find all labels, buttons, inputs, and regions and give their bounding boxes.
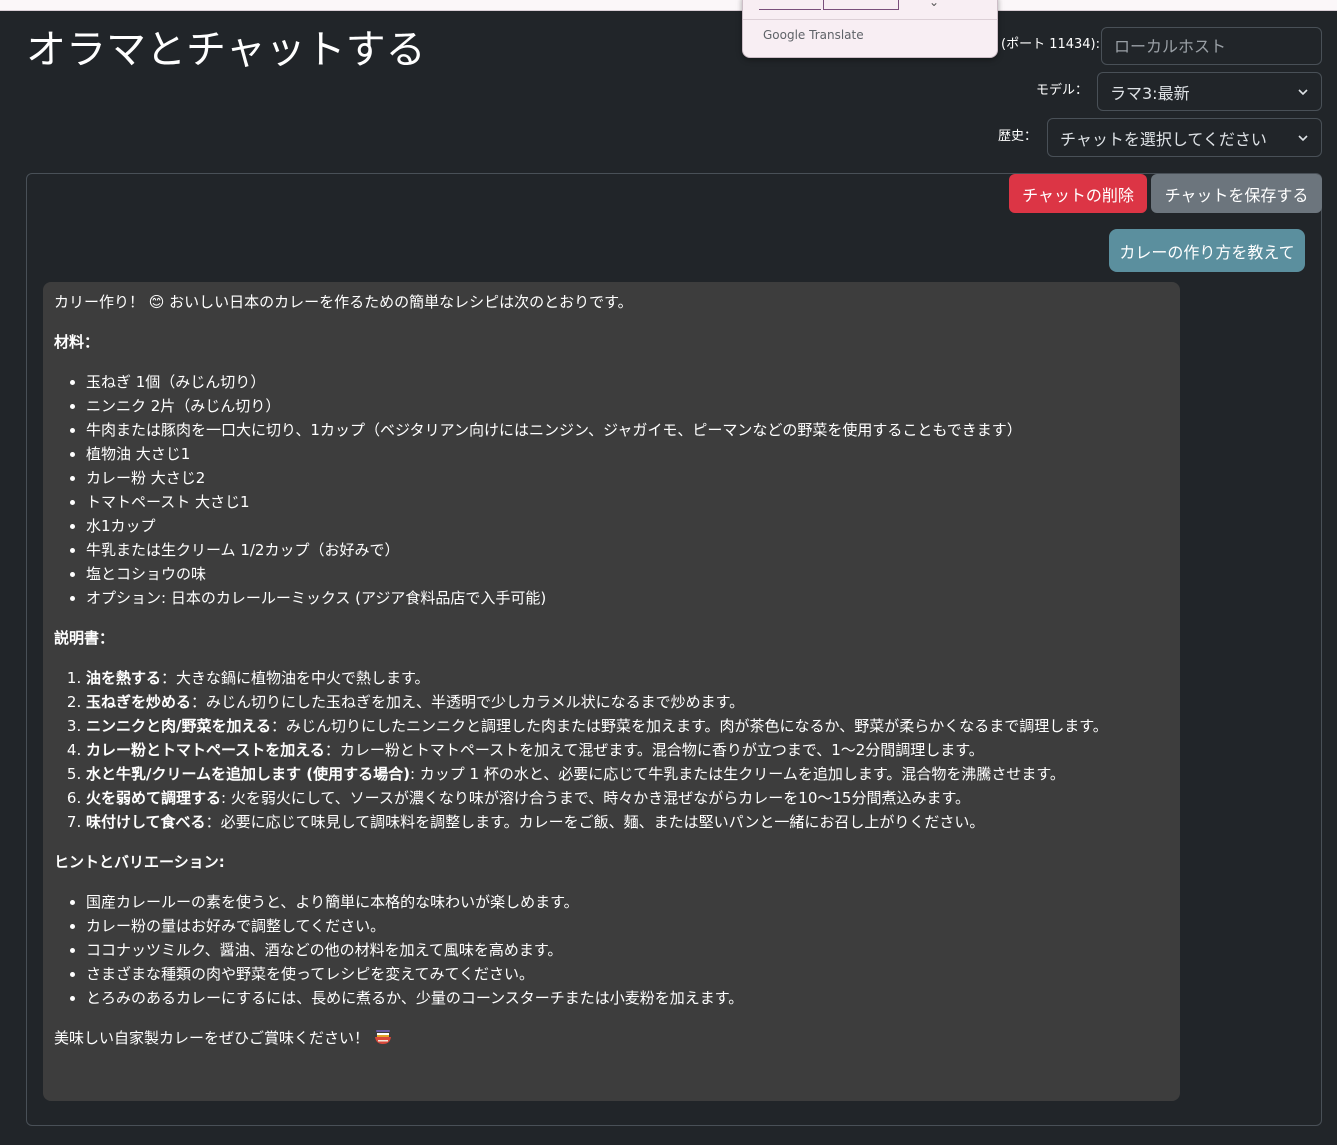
step-text: ：みじん切りにしたニンニクと調理した肉または野菜を加えます。肉が茶色になるか、野…	[271, 717, 1108, 735]
list-item: 牛乳または生クリーム 1/2カップ（お好みで）	[86, 538, 1168, 562]
step-text: ：必要に応じて味見して調味料を調整します。カレーをご飯、麺、または堅いパンと一緒…	[205, 813, 985, 831]
list-item: 水1カップ	[86, 514, 1168, 538]
list-item: ココナッツミルク、醤油、酒などの他の材料を加えて風味を高めます。	[86, 938, 1168, 962]
step-title: 油を熱する	[86, 669, 162, 687]
list-item: 植物油 大さじ1	[86, 442, 1168, 466]
step-text: ：カレー粉とトマトペーストを加えて混ぜます。混合物に香りが立つまで、1～2分間調…	[324, 741, 984, 759]
translate-divider	[743, 19, 997, 20]
step-item: 玉ねぎを炒める：みじん切りにした玉ねぎを加え、半透明で少しカラメル状になるまで炒…	[86, 690, 1168, 714]
step-title: カレー粉とトマトペーストを加える	[86, 741, 325, 759]
response-closing: 美味しい自家製カレーをぜひご賞味ください！	[54, 1029, 370, 1047]
host-input[interactable]	[1114, 36, 1309, 56]
chevron-down-icon	[1297, 132, 1309, 144]
tips-list: 国産カレールーの素を使うと、より簡単に本格的な味わいが楽しめます。 カレー粉の量…	[54, 890, 1168, 1010]
browser-top-strip	[0, 0, 1337, 11]
list-item: トマトペースト 大さじ1	[86, 490, 1168, 514]
instructions-heading: 説明書：	[54, 629, 115, 647]
tips-heading: ヒントとバリエーション:	[54, 853, 225, 871]
port-label: (ポート 11434):	[1001, 37, 1101, 52]
list-item: カレー粉の量はお好みで調整してください。	[86, 914, 1168, 938]
ingredients-list: 玉ねぎ 1個（みじん切り） ニンニク 2片（みじん切り） 牛肉または豚肉を一口大…	[54, 370, 1168, 610]
model-select[interactable]: ラマ3:最新	[1097, 72, 1322, 111]
user-message: カレーの作り方を教えて	[1109, 229, 1305, 272]
step-item: 味付けして食べる：必要に応じて味見して調味料を調整します。カレーをご飯、麺、また…	[86, 810, 1168, 834]
step-text: : 火を弱火にして、ソースが濃くなり味が溶け合うまで、時々かき混ぜながらカレーを…	[221, 789, 970, 807]
list-item: とろみのあるカレーにするには、長めに煮るか、少量のコーンスターチまたは小麦粉を加…	[86, 986, 1168, 1010]
list-item: オプション: 日本のカレールーミックス (アジア食料品店で入手可能)	[86, 586, 1168, 610]
list-item: ニンニク 2片（みじん切り）	[86, 394, 1168, 418]
step-text: : カップ 1 杯の水と、必要に応じて牛乳または生クリームを追加します。混合物を…	[409, 765, 1065, 783]
google-translate-brand: Google Translate	[763, 28, 864, 42]
step-title: 水と牛乳/クリームを追加します (使用する場合)	[86, 765, 410, 783]
step-item: 油を熱する：大きな鍋に植物油を中火で熱します。	[86, 666, 1168, 690]
step-title: 火を弱めて調理する	[86, 789, 222, 807]
step-text: ：みじん切りにした玉ねぎを加え、半透明で少しカラメル状になるまで炒めます。	[191, 693, 745, 711]
list-item: カレー粉 大さじ2	[86, 466, 1168, 490]
step-title: 味付けして食べる	[86, 813, 206, 831]
chat-panel: チャットの削除 チャットを保存する カレーの作り方を教えて カリー作り！ 😊 お…	[26, 173, 1322, 1126]
translate-tab-underline	[759, 9, 821, 10]
assistant-message: カリー作り！ 😊 おいしい日本のカレーを作るための簡単なレシピは次のとおりです。…	[43, 282, 1180, 1101]
step-item: 水と牛乳/クリームを追加します (使用する場合): カップ 1 杯の水と、必要に…	[86, 762, 1168, 786]
host-input-field[interactable]	[1101, 27, 1322, 65]
step-title: ニンニクと肉/野菜を加える	[86, 717, 272, 735]
history-select-value: チャットを選択してください	[1060, 129, 1267, 149]
response-closing-line: 美味しい自家製カレーをぜひご賞味ください！	[54, 1026, 1168, 1053]
google-translate-popup[interactable]: ⌄ Google Translate	[742, 0, 998, 58]
list-item: 塩とコショウの味	[86, 562, 1168, 586]
list-item: 国産カレールーの素を使うと、より簡単に本格的な味わいが楽しめます。	[86, 890, 1168, 914]
list-item: 玉ねぎ 1個（みじん切り）	[86, 370, 1168, 394]
history-select[interactable]: チャットを選択してください	[1047, 118, 1322, 157]
step-title: 玉ねぎを炒める	[86, 693, 192, 711]
translate-menu-icon[interactable]: ⌄	[929, 0, 939, 9]
page-title: オラマとチャットする	[26, 27, 426, 73]
ingredients-heading: 材料：	[54, 333, 100, 351]
step-item: 火を弱めて調理する: 火を弱火にして、ソースが濃くなり味が溶け合うまで、時々かき…	[86, 786, 1168, 810]
history-label: 歴史：	[998, 129, 1038, 144]
list-item: さまざまな種類の肉や野菜を使ってレシピを変えてみてください。	[86, 962, 1168, 986]
model-select-value: ラマ3:最新	[1110, 83, 1190, 103]
step-text: ：大きな鍋に植物油を中火で熱します。	[161, 669, 430, 687]
save-chat-button[interactable]: チャットを保存する	[1151, 174, 1322, 213]
list-item: 牛肉または豚肉を一口大に切り、1カップ（ベジタリアン向けにはニンジン、ジャガイモ…	[86, 418, 1168, 442]
curry-bowl-icon	[374, 1028, 392, 1053]
instructions-list: 油を熱する：大きな鍋に植物油を中火で熱します。 玉ねぎを炒める：みじん切りにした…	[54, 666, 1168, 834]
chevron-down-icon	[1297, 86, 1309, 98]
translate-language-tab[interactable]	[823, 0, 899, 10]
response-intro: カリー作り！ 😊 おいしい日本のカレーを作るための簡単なレシピは次のとおりです。	[54, 293, 633, 311]
model-label: モデル：	[1036, 83, 1089, 98]
step-item: ニンニクと肉/野菜を加える：みじん切りにしたニンニクと調理した肉または野菜を加え…	[86, 714, 1168, 738]
delete-chat-button[interactable]: チャットの削除	[1009, 174, 1147, 213]
step-item: カレー粉とトマトペーストを加える：カレー粉とトマトペーストを加えて混ぜます。混合…	[86, 738, 1168, 762]
